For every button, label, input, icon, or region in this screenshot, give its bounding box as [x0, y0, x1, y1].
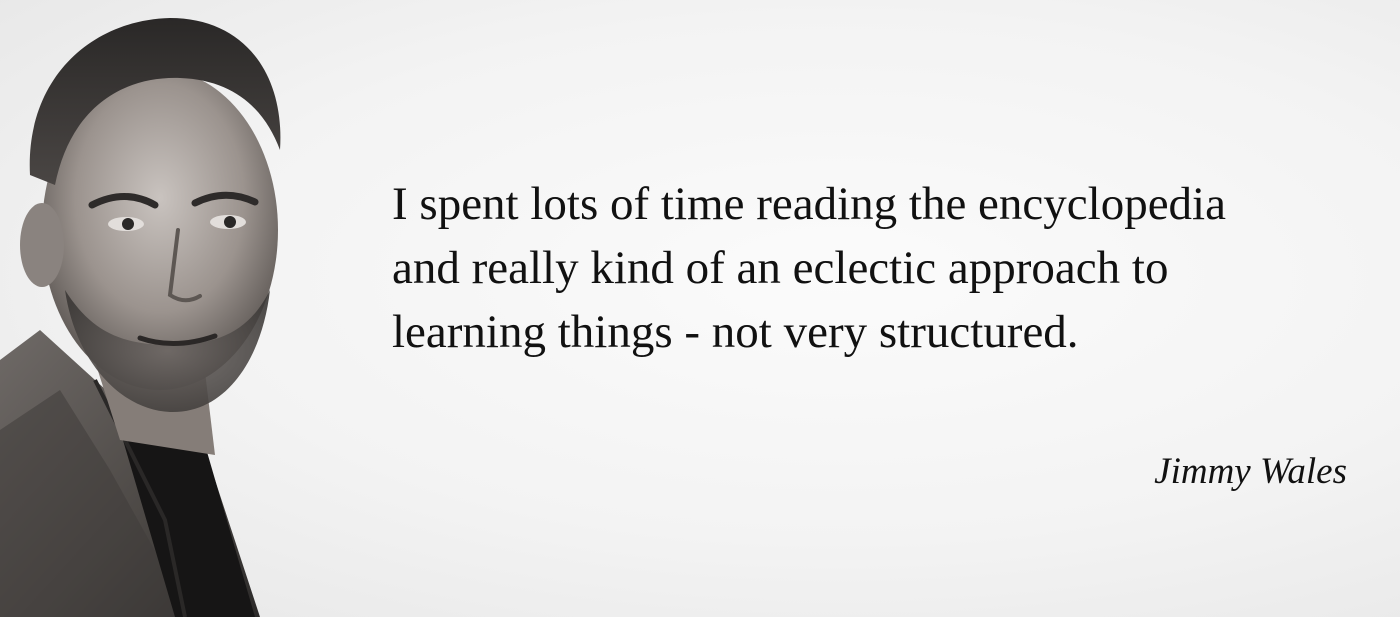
quote-line: learning things - not very structured.: [392, 306, 1079, 358]
quote-text: I spent lots of time reading the encyclo…: [392, 172, 1392, 364]
portrait-photo: [0, 0, 360, 617]
quote-line: I spent lots of time reading the encyclo…: [392, 178, 1226, 230]
quote-author: Jimmy Wales: [1154, 451, 1347, 492]
quote-line: and really kind of an eclectic approach …: [392, 242, 1169, 294]
